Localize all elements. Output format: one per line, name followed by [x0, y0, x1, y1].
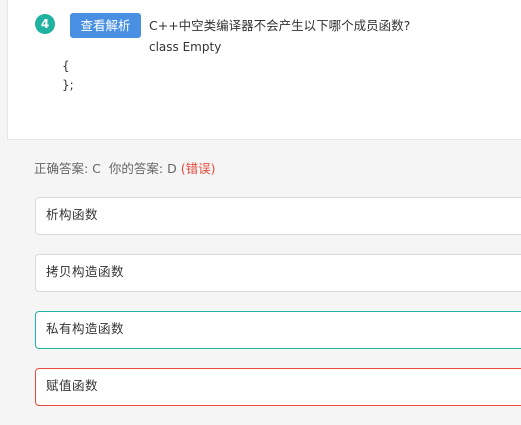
option-label: 赋值函数 [46, 378, 99, 393]
option-b[interactable]: 拷贝构造函数 [35, 254, 521, 292]
option-label: 析构函数 [46, 207, 99, 222]
option-c-correct[interactable]: 私有构造函数 [35, 311, 521, 349]
exam-review-page: 4 查看解析 C++中空类编译器不会产生以下哪个成员函数? class Empt… [0, 0, 521, 425]
option-label: 拷贝构造函数 [46, 264, 125, 279]
option-d-wrong[interactable]: 赋值函数 [35, 368, 521, 406]
code-line: class Empty [149, 40, 222, 54]
question-card: 4 查看解析 C++中空类编译器不会产生以下哪个成员函数? class Empt… [7, 0, 521, 140]
wrong-status-text: (错误) [180, 161, 216, 176]
option-label: 私有构造函数 [46, 321, 125, 336]
question-number-badge: 4 [35, 14, 55, 34]
answer-summary: 正确答案: C 你的答案: D (错误) [34, 160, 215, 178]
your-answer-text: 你的答案: D [108, 161, 177, 176]
question-text: C++中空类编译器不会产生以下哪个成员函数? [149, 18, 411, 33]
option-a[interactable]: 析构函数 [35, 197, 521, 235]
view-analysis-button[interactable]: 查看解析 [70, 13, 141, 38]
code-line: { [62, 59, 70, 73]
code-line: }; [62, 78, 74, 92]
correct-answer-text: 正确答案: C [34, 161, 101, 176]
